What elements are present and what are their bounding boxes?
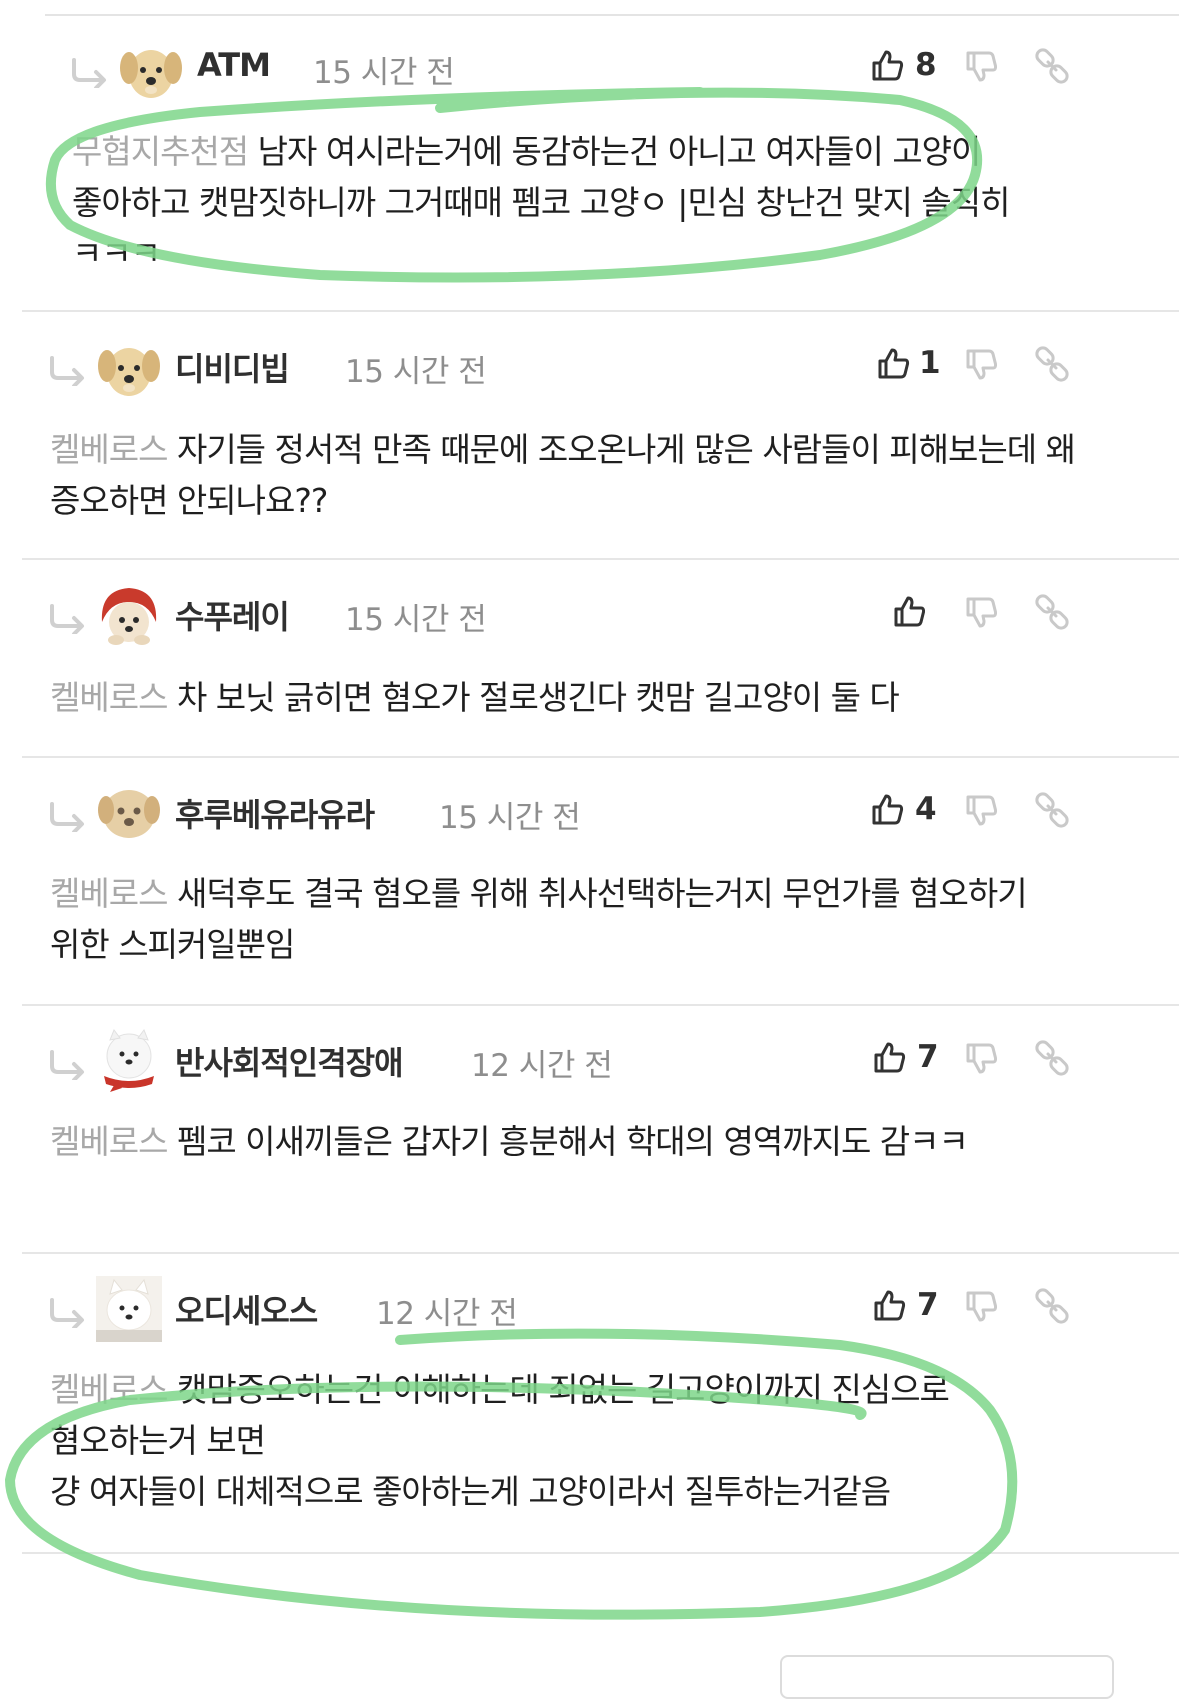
comment-body: 켈베로스 새덕후도 결국 혐오를 위해 취사선택하는거지 무언가를 혐오하기 위… xyxy=(50,868,1090,970)
link-icon[interactable] xyxy=(1034,594,1070,630)
comment-timestamp: 15 시간 전 xyxy=(439,800,581,836)
comment-body: 켈베로스 펨코 이새끼들은 갑자기 흥분해서 학대의 영역까지도 감ㅋㅋ xyxy=(50,1116,1090,1167)
puppy-avatar xyxy=(98,348,160,396)
mention-tag[interactable]: 켈베로스 xyxy=(50,874,168,913)
comment-item: 수푸레이 15 시간 전 켈베로스 차 보닛 긁히면 혐오가 절로생긴다 캣맘 … xyxy=(0,560,1179,758)
thumbs-up-icon[interactable] xyxy=(873,1288,907,1322)
mention-tag[interactable]: 무협지추천점 xyxy=(72,132,249,171)
thumbs-down-icon[interactable] xyxy=(965,1290,999,1324)
comment-text: 캣맘증오하는건 이해하는데 죄없는 길고양이까지 진심으로 혐오하는거 보면 걍… xyxy=(50,1370,950,1511)
thumbs-down-icon[interactable] xyxy=(965,596,999,630)
reply-arrow-icon xyxy=(50,604,84,634)
comment-timestamp: 15 시간 전 xyxy=(313,55,455,91)
reply-arrow-icon xyxy=(50,1050,84,1080)
link-icon[interactable] xyxy=(1034,346,1070,382)
like-count: 4 xyxy=(915,791,937,827)
comment-text: 차 보닛 긁히면 혐오가 절로생긴다 캣맘 길고양이 둘 다 xyxy=(176,678,900,717)
link-icon[interactable] xyxy=(1034,792,1070,828)
comment-timestamp: 12 시간 전 xyxy=(471,1048,613,1084)
comment-text: 자기들 정서적 만족 때문에 조오온나게 많은 사람들이 피해보는데 왜 증오하… xyxy=(50,430,1085,520)
blurred-puppy-avatar xyxy=(98,790,160,838)
comment-username[interactable]: 디비디빕 xyxy=(175,344,290,390)
comment-text: 펨코 이새끼들은 갑자기 흥분해서 학대의 영역까지도 감ㅋㅋ xyxy=(176,1122,969,1161)
comment-body: 켈베로스 캣맘증오하는건 이해하는데 죄없는 길고양이까지 진심으로 혐오하는거… xyxy=(50,1364,1050,1517)
thumbs-up-icon[interactable] xyxy=(871,792,905,826)
like-count: 7 xyxy=(917,1039,939,1075)
comment-username[interactable]: 수푸레이 xyxy=(175,592,290,638)
comment-item: 반사회적인격장애 12 시간 전 7 켈베로스 펨코 이새끼들은 갑자기 흥분해… xyxy=(0,1006,1179,1254)
comment-timestamp: 15 시간 전 xyxy=(345,602,487,638)
top-divider xyxy=(45,0,1179,16)
comment-body: 무협지추천점 남자 여시라는거에 동감하는건 아니고 여자들이 고양이 좋아하고… xyxy=(72,126,1082,279)
thumbs-up-icon[interactable] xyxy=(873,1040,907,1074)
comment-timestamp: 15 시간 전 xyxy=(345,354,487,390)
bottom-partial-element xyxy=(780,1655,1114,1699)
mention-tag[interactable]: 켈베로스 xyxy=(50,430,168,469)
comment-body: 켈베로스 차 보닛 긁히면 혐오가 절로생긴다 캣맘 길고양이 둘 다 xyxy=(50,672,1090,723)
mention-tag[interactable]: 켈베로스 xyxy=(50,678,168,717)
mention-tag[interactable]: 켈베로스 xyxy=(50,1370,168,1409)
mention-tag[interactable]: 켈베로스 xyxy=(50,1122,168,1161)
reply-arrow-icon xyxy=(50,1298,84,1328)
comment-item: 후루베유라유라 15 시간 전 4 켈베로스 새덕후도 결국 혐오를 위해 취사… xyxy=(0,758,1179,1006)
comment-timestamp: 12 시간 전 xyxy=(376,1296,518,1332)
comment-item: 오디세오스 12 시간 전 7 켈베로스 캣맘증오하는건 이해하는데 죄없는 길… xyxy=(0,1254,1179,1554)
thumbs-up-icon[interactable] xyxy=(893,594,927,628)
thumbs-down-icon[interactable] xyxy=(965,1042,999,1076)
red-hood-puppy-avatar xyxy=(101,588,157,645)
comment-body: 켈베로스 자기들 정서적 만족 때문에 조오온나게 많은 사람들이 피해보는데 … xyxy=(50,424,1090,526)
comment-username[interactable]: 반사회적인격장애 xyxy=(175,1038,404,1084)
comment-username[interactable]: 후루베유라유라 xyxy=(175,790,375,836)
white-dog-avatar xyxy=(96,1276,162,1342)
thumbs-down-icon[interactable] xyxy=(965,50,999,84)
reply-arrow-icon xyxy=(50,356,84,386)
link-icon[interactable] xyxy=(1034,1288,1070,1324)
thumbs-up-icon[interactable] xyxy=(877,346,911,380)
comment-text: 새덕후도 결국 혐오를 위해 취사선택하는거지 무언가를 혐오하기 위한 스피커… xyxy=(50,874,1037,964)
reply-arrow-icon xyxy=(72,58,106,88)
thumbs-up-icon[interactable] xyxy=(871,48,905,82)
divider xyxy=(22,1552,1179,1554)
thumbs-down-icon[interactable] xyxy=(965,348,999,382)
link-icon[interactable] xyxy=(1034,1040,1070,1076)
like-count: 7 xyxy=(917,1287,939,1323)
thumbs-down-icon[interactable] xyxy=(965,794,999,828)
like-count: 1 xyxy=(919,345,941,381)
link-icon[interactable] xyxy=(1034,48,1070,84)
like-count: 8 xyxy=(915,47,937,83)
puppy-avatar xyxy=(120,50,182,98)
comment-item: ATM 15 시간 전 8 무협지추천점 남자 여시라는거에 동감하는건 아니고… xyxy=(0,16,1179,312)
reply-arrow-icon xyxy=(50,802,84,832)
comment-item: 디비디빕 15 시간 전 1 켈베로스 자기들 정서적 만족 때문에 조오온나게… xyxy=(0,312,1179,560)
white-dog-scarf-avatar xyxy=(104,1028,154,1092)
comment-username[interactable]: ATM xyxy=(197,46,271,84)
comment-username[interactable]: 오디세오스 xyxy=(175,1286,318,1332)
